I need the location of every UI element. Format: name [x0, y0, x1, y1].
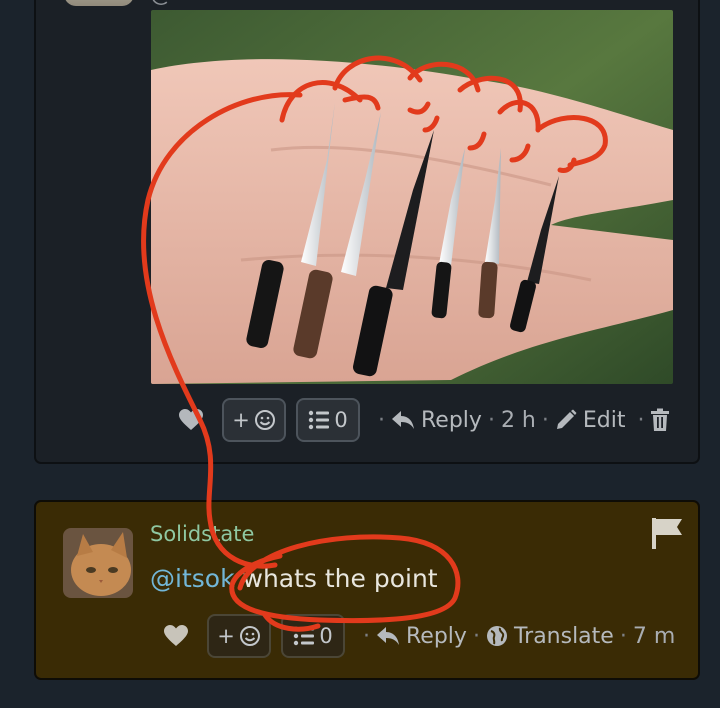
- add-reaction-button[interactable]: +: [222, 398, 286, 442]
- post-author-name[interactable]: @: [150, 0, 228, 7]
- mention-link[interactable]: @itsok: [150, 564, 235, 593]
- post-photo[interactable]: [151, 10, 673, 384]
- pencil-icon: [555, 409, 577, 431]
- separator: ·: [487, 407, 495, 433]
- add-reaction-button[interactable]: +: [207, 614, 271, 658]
- translate-button[interactable]: Translate: [486, 624, 614, 649]
- post-author-avatar[interactable]: [64, 0, 134, 6]
- reply-label: Reply: [406, 623, 467, 649]
- reply-arrow-icon: [391, 410, 415, 430]
- thread-count: 0: [319, 624, 333, 648]
- edit-label: Edit: [582, 407, 626, 433]
- commenter-avatar[interactable]: [63, 528, 133, 598]
- heart-icon[interactable]: [163, 624, 189, 648]
- translate-label: Translate: [513, 623, 614, 649]
- flag-icon[interactable]: [650, 516, 684, 554]
- post-time: 2 h: [500, 407, 536, 433]
- thread-count: 0: [334, 408, 348, 432]
- comment-time: 7 m: [632, 623, 676, 649]
- reply-arrow-icon: [376, 626, 400, 646]
- separator: ·: [363, 623, 370, 649]
- commenter-username[interactable]: Solidstate: [150, 522, 254, 546]
- add-reaction-label: +: [232, 408, 250, 432]
- list-icon: [308, 409, 330, 431]
- thread-count-button[interactable]: 0: [281, 614, 345, 658]
- reply-label: Reply: [421, 407, 482, 433]
- reply-button[interactable]: Reply: [391, 408, 482, 433]
- smile-icon: [254, 409, 276, 431]
- edit-button[interactable]: Edit: [555, 407, 626, 433]
- separator: ·: [472, 623, 480, 649]
- knives-photo-drawing: [151, 10, 673, 384]
- thread-count-button[interactable]: 0: [296, 398, 360, 442]
- list-icon: [293, 625, 315, 647]
- separator: ·: [541, 407, 549, 433]
- comment-text: whats the point: [234, 564, 438, 593]
- post-actions: + 0 · Reply · 2 h · Edit ·: [178, 398, 670, 442]
- smile-icon: [239, 625, 261, 647]
- comment-actions: + 0 · Reply · Translate · 7 m: [163, 614, 675, 658]
- globe-icon: [486, 625, 508, 647]
- trash-icon[interactable]: [650, 408, 670, 432]
- separator: ·: [378, 407, 385, 433]
- separator: ·: [637, 407, 645, 433]
- add-reaction-label: +: [217, 624, 235, 648]
- comment-body: @itsok whats the point: [150, 564, 438, 593]
- heart-icon[interactable]: [178, 408, 204, 432]
- reply-button[interactable]: Reply: [376, 624, 467, 649]
- separator: ·: [619, 623, 627, 649]
